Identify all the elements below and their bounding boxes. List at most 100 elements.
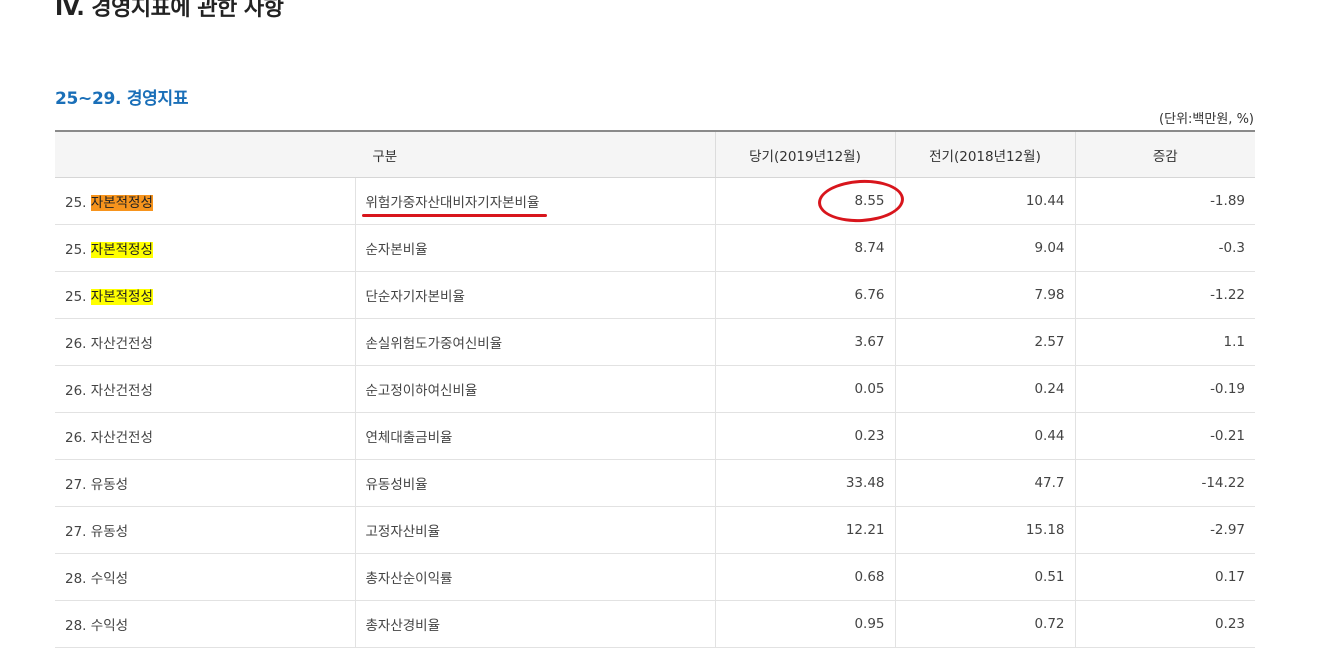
row-category: 26. 자산건전성 xyxy=(55,318,355,366)
category-number: 27. xyxy=(65,477,87,493)
category-label: 자산건전성 xyxy=(90,383,153,399)
item-label: 유동성비율 xyxy=(365,477,428,493)
category-label: 자본적정성 xyxy=(90,289,153,305)
row-change-value: -1.89 xyxy=(1074,177,1255,225)
item-label: 총자산순이익률 xyxy=(365,571,453,587)
row-item: 총자산순이익률 xyxy=(354,553,715,601)
item-label: 순고정이하여신비율 xyxy=(365,383,478,399)
indicator-table-wrap: 구분 당기(2019년12월) 전기(2018년12월) 증감 25. 자본적정… xyxy=(55,130,1255,648)
row-current-value: 33.48 xyxy=(714,459,895,507)
row-current-value: 12.21 xyxy=(714,506,895,554)
row-item: 총자산경비율 xyxy=(354,600,715,648)
table-row: 25. 자본적정성 위험가중자산대비자기자본비율 8.55 10.44 -1.89 xyxy=(55,177,1255,225)
row-category: 26. 자산건전성 xyxy=(55,365,355,413)
circled-value: 8.55 xyxy=(817,177,906,225)
row-current-value: 0.95 xyxy=(714,600,895,648)
header-category: 구분 xyxy=(55,130,715,178)
table-row: 26. 자산건전성 연체대출금비율 0.23 0.44 -0.21 xyxy=(55,412,1255,460)
table-body: 25. 자본적정성 위험가중자산대비자기자본비율 8.55 10.44 -1.89 25.… xyxy=(55,177,1255,648)
table-row: 26. 자산건전성 순고정이하여신비율 0.05 0.24 -0.19 xyxy=(55,365,1255,413)
row-change-value: 1.1 xyxy=(1074,318,1255,366)
row-previous-value: 10.44 xyxy=(894,177,1075,225)
category-number: 25. xyxy=(65,289,87,305)
row-previous-value: 0.51 xyxy=(894,553,1075,601)
row-item: 고정자산비율 xyxy=(354,506,715,554)
category-number: 25. xyxy=(65,242,87,258)
table-row: 28. 수익성 총자산순이익률 0.68 0.51 0.17 xyxy=(55,553,1255,601)
category-label: 유동성 xyxy=(90,477,129,493)
row-current-value: 8.55 xyxy=(714,177,906,225)
row-previous-value: 9.04 xyxy=(894,224,1075,272)
row-current-value: 0.68 xyxy=(714,553,895,601)
table-header: 구분 당기(2019년12월) 전기(2018년12월) 증감 xyxy=(55,130,1255,178)
row-change-value: -1.22 xyxy=(1074,271,1255,319)
category-label: 자본적정성 xyxy=(90,195,153,211)
category-number: 26. xyxy=(65,383,87,399)
category-number: 28. xyxy=(65,618,87,634)
category-number: 26. xyxy=(65,336,87,352)
section-title: 25~29. 경영지표 xyxy=(55,89,189,109)
table-row: 25. 자본적정성 단순자기자본비율 6.76 7.98 -1.22 xyxy=(55,271,1255,319)
row-category: 25. 자본적정성 xyxy=(55,271,355,319)
category-label: 수익성 xyxy=(90,571,129,587)
item-label: 고정자산비율 xyxy=(365,524,441,540)
row-current-value: 8.74 xyxy=(714,224,895,272)
row-current-value: 6.76 xyxy=(714,271,895,319)
indicator-table: 구분 당기(2019년12월) 전기(2018년12월) 증감 25. 자본적정… xyxy=(55,130,1255,648)
table-row: 25. 자본적정성 순자본비율 8.74 9.04 -0.3 xyxy=(55,224,1255,272)
row-previous-value: 0.72 xyxy=(894,600,1075,648)
row-category: 28. 수익성 xyxy=(55,600,355,648)
row-change-value: -2.97 xyxy=(1074,506,1255,554)
table-row: 27. 유동성 고정자산비율 12.21 15.18 -2.97 xyxy=(55,506,1255,554)
table-row: 26. 자산건전성 손실위험도가중여신비율 3.67 2.57 1.1 xyxy=(55,318,1255,366)
row-category: 25. 자본적정성 xyxy=(55,177,355,225)
category-label: 자산건전성 xyxy=(90,430,153,446)
row-category: 27. 유동성 xyxy=(55,459,355,507)
row-change-value: -0.3 xyxy=(1074,224,1255,272)
category-label: 유동성 xyxy=(90,524,129,540)
red-circle-annotation xyxy=(817,177,906,225)
unit-note: (단위:백만원, %) xyxy=(1159,112,1254,127)
row-previous-value: 15.18 xyxy=(894,506,1075,554)
item-label: 손실위험도가중여신비율 xyxy=(365,336,503,352)
row-current-value: 0.23 xyxy=(714,412,895,460)
row-item: 순고정이하여신비율 xyxy=(354,365,715,413)
row-item: 연체대출금비율 xyxy=(354,412,715,460)
row-previous-value: 7.98 xyxy=(894,271,1075,319)
item-label: 단순자기자본비율 xyxy=(365,289,465,305)
category-number: 26. xyxy=(65,430,87,446)
row-previous-value: 2.57 xyxy=(894,318,1075,366)
row-category: 28. 수익성 xyxy=(55,553,355,601)
row-change-value: -0.21 xyxy=(1074,412,1255,460)
row-change-value: 0.23 xyxy=(1074,600,1255,648)
item-label: 위험가중자산대비자기자본비율 xyxy=(361,191,548,217)
table-row: 28. 수익성 총자산경비율 0.95 0.72 0.23 xyxy=(55,600,1255,648)
category-number: 28. xyxy=(65,571,87,587)
item-label: 총자산경비율 xyxy=(365,618,441,634)
row-category: 27. 유동성 xyxy=(55,506,355,554)
item-label: 연체대출금비율 xyxy=(365,430,453,446)
row-item: 손실위험도가중여신비율 xyxy=(354,318,715,366)
category-number: 27. xyxy=(65,524,87,540)
page-heading: IV. 경영지표에 관한 사항 xyxy=(55,0,284,21)
row-current-value: 0.05 xyxy=(714,365,895,413)
header-change: 증감 xyxy=(1074,130,1255,178)
category-label: 자본적정성 xyxy=(90,242,153,258)
row-change-value: -0.19 xyxy=(1074,365,1255,413)
item-label: 순자본비율 xyxy=(365,242,428,258)
row-previous-value: 0.24 xyxy=(894,365,1075,413)
row-item: 순자본비율 xyxy=(354,224,715,272)
row-change-value: -14.22 xyxy=(1074,459,1255,507)
header-current: 당기(2019년12월) xyxy=(714,130,895,178)
category-label: 자산건전성 xyxy=(90,336,153,352)
row-current-value: 3.67 xyxy=(714,318,895,366)
row-item: 단순자기자본비율 xyxy=(354,271,715,319)
row-change-value: 0.17 xyxy=(1074,553,1255,601)
table-row: 27. 유동성 유동성비율 33.48 47.7 -14.22 xyxy=(55,459,1255,507)
category-number: 25. xyxy=(65,195,87,211)
row-category: 25. 자본적정성 xyxy=(55,224,355,272)
header-previous: 전기(2018년12월) xyxy=(894,130,1075,178)
row-previous-value: 47.7 xyxy=(894,459,1075,507)
row-item: 위험가중자산대비자기자본비율 xyxy=(354,177,715,225)
category-label: 수익성 xyxy=(90,618,129,634)
